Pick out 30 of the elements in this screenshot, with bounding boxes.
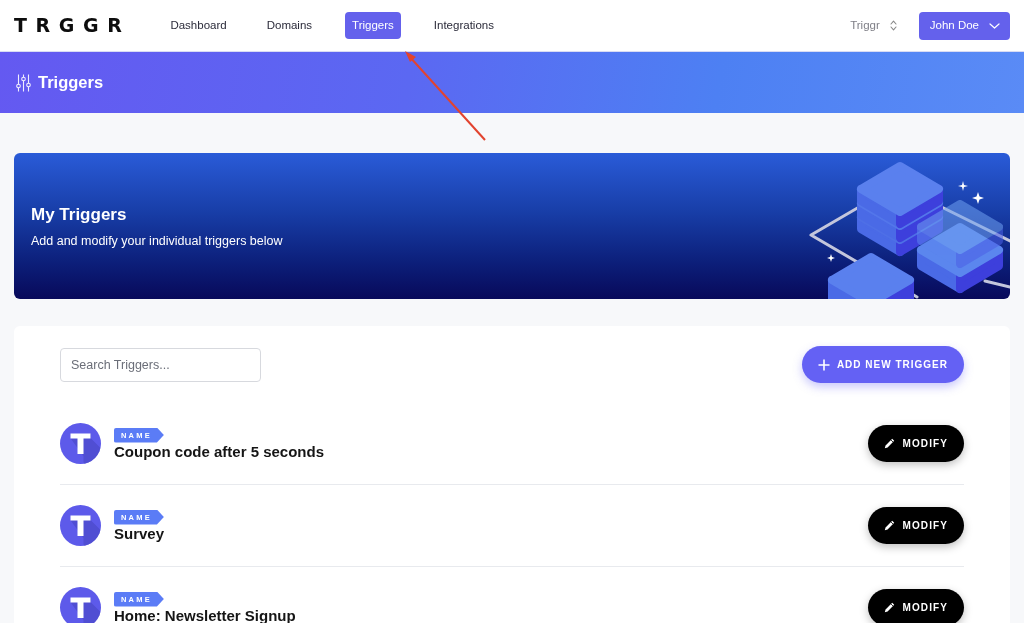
chevron-down-icon (989, 22, 1000, 29)
modify-button[interactable]: MODIFY (867, 589, 964, 623)
nav-tab[interactable]: Domains (259, 11, 320, 40)
hero-subtitle: Add and modify your individual triggers below (31, 232, 283, 250)
up-down-chevron-icon (889, 20, 897, 31)
user-menu-button[interactable]: John Doe (918, 11, 1010, 40)
modify-button[interactable]: MODIFY (867, 507, 964, 544)
hero-title: My Triggers (31, 205, 128, 226)
sliders-icon (16, 73, 31, 92)
sparkle-icon (972, 192, 984, 204)
add-trigger-button[interactable]: ADD NEW TRIGGER (801, 346, 964, 383)
sparkle-icon (958, 181, 968, 191)
brand-logo[interactable]: TRGGR (14, 16, 131, 35)
page-title: Triggers (38, 72, 104, 94)
sparkle-icon (827, 254, 835, 262)
plus-icon (817, 358, 830, 371)
search-field[interactable]: Search Triggers... (60, 347, 261, 382)
trigger-name: Coupon code after 5 seconds (114, 443, 326, 460)
modify-button[interactable]: MODIFY (867, 425, 964, 462)
trigger-name: Survey (114, 525, 166, 542)
pencil-icon (883, 520, 895, 531)
nav-tab[interactable]: Dashboard (163, 11, 234, 40)
trigger-avatar-icon (60, 505, 101, 546)
pencil-icon (883, 602, 895, 613)
nav-tab[interactable]: Triggers (345, 11, 401, 40)
trigger-name: Home: Newsletter Signup (114, 607, 297, 623)
trigger-avatar-icon (60, 423, 101, 464)
nav-tab[interactable]: Integrations (426, 11, 501, 40)
pencil-icon (883, 438, 895, 449)
workspace-select[interactable]: Triggr (844, 12, 903, 39)
